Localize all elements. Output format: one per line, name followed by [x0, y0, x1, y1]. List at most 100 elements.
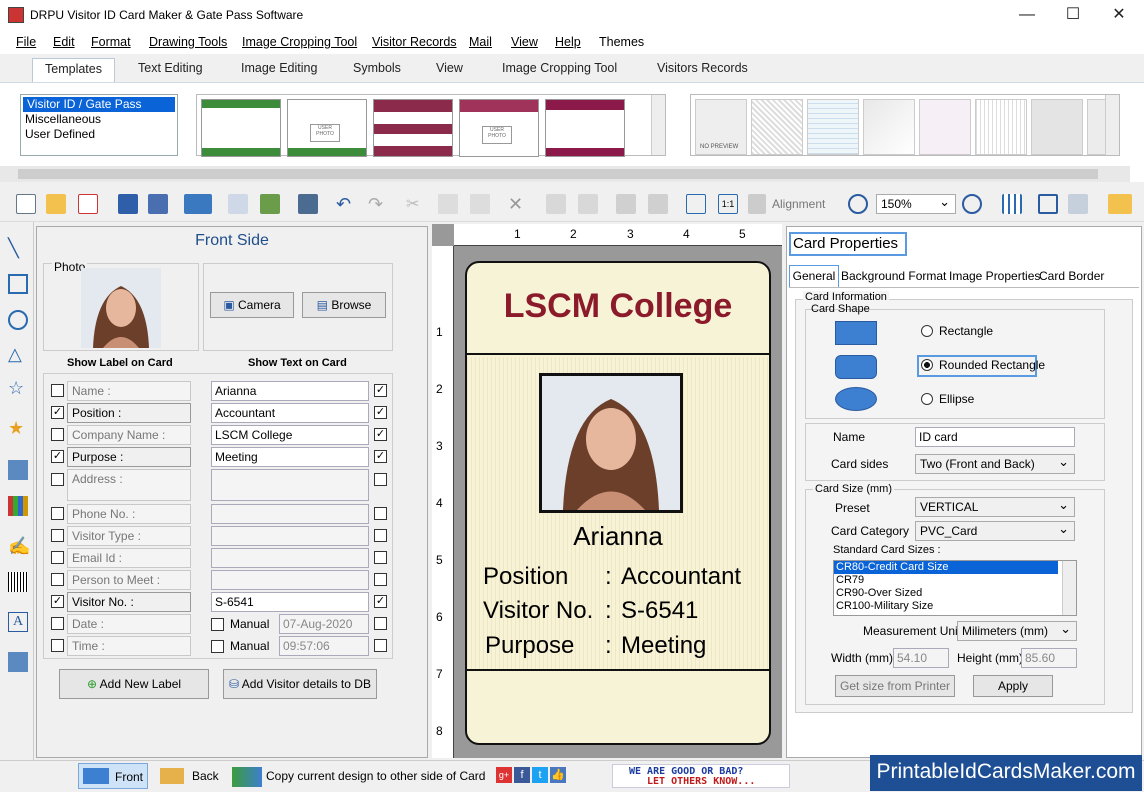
feedback-banner[interactable]: WE ARE GOOD OR BAD? LET OTHERS KNOW...	[612, 764, 790, 788]
visitor-type-input[interactable]	[211, 526, 369, 546]
maximize-button[interactable]: ☐	[1050, 0, 1096, 32]
star-tool-icon[interactable]: ☆	[8, 378, 28, 398]
purpose-label-field[interactable]: Purpose :	[67, 447, 191, 467]
card-name-input[interactable]: ID card	[915, 427, 1075, 447]
card-position-key[interactable]: Position	[483, 563, 568, 591]
zoom-out-icon[interactable]	[962, 194, 982, 214]
export-icon[interactable]	[184, 194, 212, 214]
menu-visitor-records[interactable]: Visitor Records	[372, 35, 457, 49]
minimize-button[interactable]: —	[1004, 0, 1050, 32]
triangle-tool-icon[interactable]: △	[8, 344, 28, 364]
visitor-type-label-field[interactable]: Visitor Type :	[67, 526, 191, 546]
template-category-list[interactable]: Visitor ID / Gate Pass Miscellaneous Use…	[20, 94, 178, 156]
company-label-checkbox[interactable]	[51, 428, 64, 441]
mail-icon[interactable]	[1108, 194, 1132, 214]
address-show-checkbox[interactable]	[374, 473, 387, 486]
card-purpose-value[interactable]: Meeting	[621, 632, 706, 660]
person-to-meet-label-field[interactable]: Person to Meet :	[67, 570, 191, 590]
card-visitor-no-key[interactable]: Visitor No.	[483, 597, 593, 625]
person-to-meet-input[interactable]	[211, 570, 369, 590]
name-input[interactable]: Arianna	[211, 381, 369, 401]
position-label-checkbox[interactable]: ✓	[51, 406, 64, 419]
apply-button[interactable]: Apply	[973, 675, 1053, 697]
visitor-type-show-checkbox[interactable]	[374, 529, 387, 542]
bg-thumb-2[interactable]	[751, 99, 803, 155]
template-thumb-1[interactable]	[201, 99, 281, 157]
card-sides-select[interactable]: Two (Front and Back)	[915, 453, 1075, 474]
visitor-no-show-checkbox[interactable]: ✓	[374, 595, 387, 608]
template-thumb-2[interactable]: USER PHOTO	[287, 99, 367, 157]
save-icon[interactable]	[118, 194, 138, 214]
unlock-icon[interactable]	[648, 194, 668, 214]
menu-help[interactable]: Help	[555, 35, 581, 49]
tab-view[interactable]: View	[436, 61, 463, 75]
ribbon-horizontal-scrollbar[interactable]	[0, 166, 1130, 182]
menu-drawing-tools[interactable]: Drawing Tools	[149, 35, 227, 49]
menu-themes[interactable]: Themes	[599, 35, 644, 49]
position-input[interactable]: Accountant	[211, 403, 369, 423]
bg-thumb-4[interactable]	[863, 99, 915, 155]
close-file-icon[interactable]	[78, 194, 98, 214]
measurement-unit-select[interactable]: Milimeters (mm)	[957, 620, 1077, 641]
preset-select[interactable]: VERTICAL	[915, 496, 1075, 517]
picture-tool-icon[interactable]	[8, 460, 28, 480]
category-miscellaneous[interactable]: Miscellaneous	[21, 112, 177, 127]
text-tool-icon[interactable]: A	[8, 612, 28, 632]
time-show-checkbox[interactable]	[374, 639, 387, 652]
card-visitor-photo[interactable]	[539, 373, 683, 513]
get-size-from-printer-button[interactable]: Get size from Printer	[835, 675, 955, 697]
undo-icon[interactable]: ↶	[336, 194, 356, 214]
group-icon[interactable]	[546, 194, 566, 214]
line-tool-icon[interactable]: ╲	[8, 238, 28, 258]
print-icon[interactable]	[298, 194, 318, 214]
actual-size-icon[interactable]: 1:1	[718, 194, 738, 214]
add-visitor-db-button[interactable]: ⛁ Add Visitor details to DB	[223, 669, 377, 699]
purpose-show-checkbox[interactable]: ✓	[374, 450, 387, 463]
visitor-no-input[interactable]: S-6541	[211, 592, 369, 612]
tab-image-properties[interactable]: Image Properties	[949, 269, 1040, 283]
size-item-cr100[interactable]: CR100-Military Size	[834, 600, 1076, 613]
alignment-icon[interactable]	[748, 194, 766, 214]
company-show-checkbox[interactable]: ✓	[374, 428, 387, 441]
template-thumb-5[interactable]	[545, 99, 625, 157]
rectangle-tool-icon[interactable]	[8, 274, 28, 294]
tab-text-editing[interactable]: Text Editing	[138, 61, 203, 75]
ellipse-shape-preview[interactable]	[835, 387, 877, 411]
zoom-select[interactable]: 150%	[876, 193, 956, 214]
person-to-meet-label-checkbox[interactable]	[51, 573, 64, 586]
template-thumb-4[interactable]: USER PHOTO	[459, 99, 539, 157]
twitter-icon[interactable]: t	[532, 767, 548, 783]
ellipse-radio-label[interactable]: Ellipse	[939, 392, 974, 406]
rectangle-radio-label[interactable]: Rectangle	[939, 324, 993, 338]
save-as-icon[interactable]	[148, 194, 168, 214]
paste-icon[interactable]	[470, 194, 490, 214]
size-item-cr79[interactable]: CR79	[834, 574, 1076, 587]
height-input[interactable]: 85.60	[1021, 648, 1077, 668]
tab-visitors-records[interactable]: Visitors Records	[657, 61, 748, 75]
delete-icon[interactable]: ✕	[508, 194, 528, 214]
menu-file[interactable]: File	[16, 35, 36, 49]
purpose-input[interactable]: Meeting	[211, 447, 369, 467]
card-position-value[interactable]: Accountant	[621, 563, 741, 591]
rectangle-shape-preview[interactable]	[835, 321, 877, 345]
bg-thumb-3[interactable]	[807, 99, 859, 155]
add-new-label-button[interactable]: ⊕ Add New Label	[59, 669, 209, 699]
bg-thumb-5[interactable]	[919, 99, 971, 155]
tab-general[interactable]: General	[789, 265, 839, 287]
barcode-tool-icon[interactable]	[8, 572, 28, 592]
copy-design-button[interactable]: Copy current design to other side of Car…	[230, 763, 486, 789]
card-purpose-key[interactable]: Purpose	[485, 632, 574, 660]
address-input[interactable]	[211, 469, 369, 501]
position-show-checkbox[interactable]: ✓	[374, 406, 387, 419]
fit-to-window-icon[interactable]	[686, 194, 706, 214]
google-plus-icon[interactable]: g+	[496, 767, 512, 783]
email-show-checkbox[interactable]	[374, 551, 387, 564]
standard-sizes-list[interactable]: CR80-Credit Card Size CR79 CR90-Over Siz…	[833, 560, 1077, 616]
ungroup-icon[interactable]	[578, 194, 598, 214]
visitor-type-label-checkbox[interactable]	[51, 529, 64, 542]
library-tool-icon[interactable]	[8, 496, 28, 516]
redo-icon[interactable]: ↷	[368, 194, 388, 214]
sizes-scrollbar[interactable]	[1062, 561, 1076, 615]
email-label-checkbox[interactable]	[51, 551, 64, 564]
time-label-checkbox[interactable]	[51, 639, 64, 652]
